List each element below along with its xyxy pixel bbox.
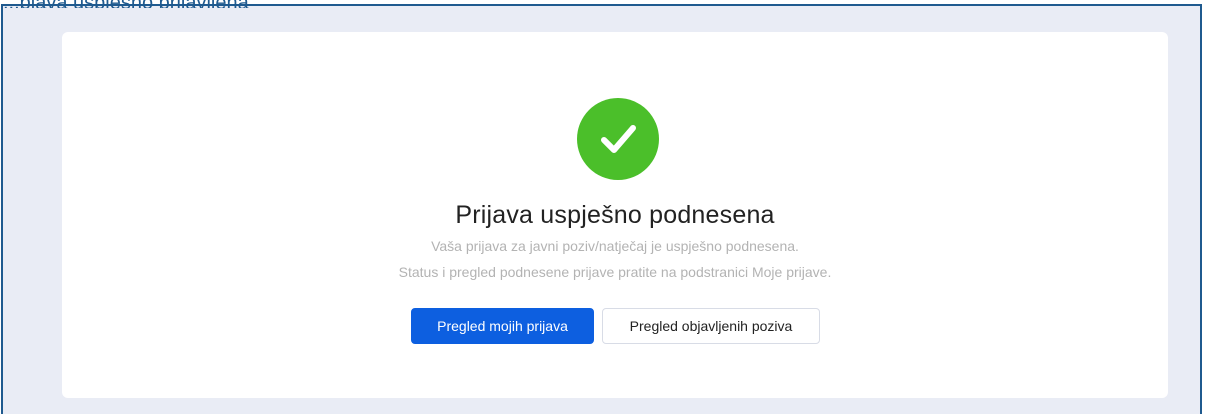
- check-icon-glyph: [601, 125, 636, 153]
- success-message-line-2: Status i pregled podnesene prijave prati…: [398, 264, 832, 280]
- view-my-applications-button[interactable]: Pregled mojih prijava: [411, 308, 594, 344]
- success-message-line-1: Vaša prijava za javni poziv/natječaj je …: [431, 238, 799, 254]
- check-icon: [577, 98, 659, 180]
- view-published-calls-button[interactable]: Pregled objavljenih poziva: [602, 308, 820, 344]
- success-card: Prijava uspješno podnesena Vaša prijava …: [62, 32, 1168, 398]
- page-frame: ...pjava uspješno prijavljena Prijava us…: [1, 0, 1202, 414]
- success-title: Prijava uspješno podnesena: [455, 201, 775, 229]
- page-heading-cut: ...pjava uspješno prijavljena: [3, 0, 423, 8]
